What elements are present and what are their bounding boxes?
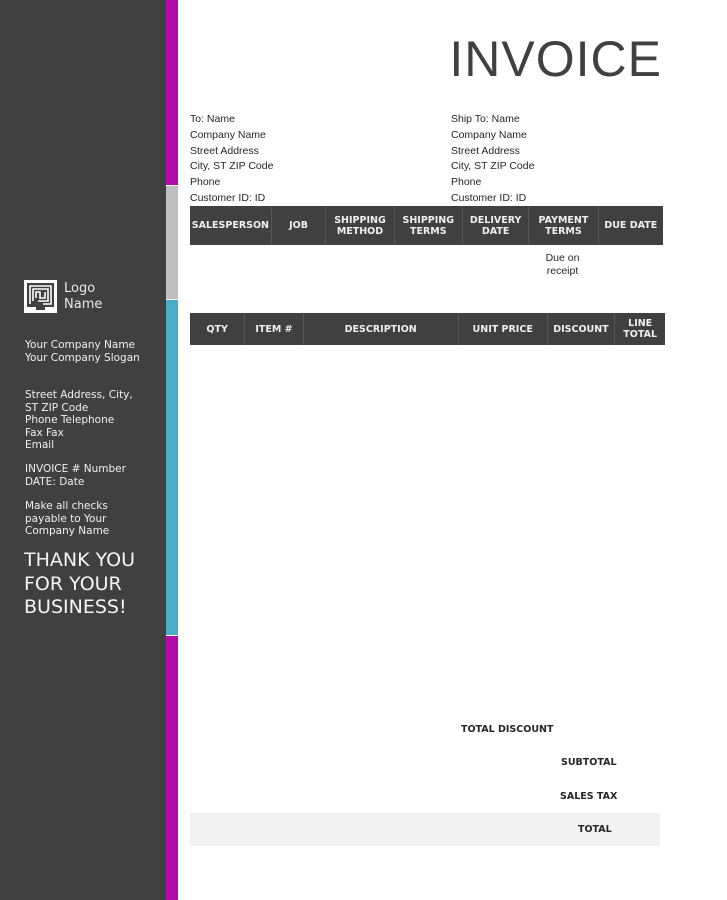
company-contact: Street Address, City, ST ZIP Code Phone … — [25, 389, 133, 452]
invoice-date: DATE: Date — [25, 475, 85, 488]
accent-strip-teal — [166, 300, 178, 635]
company-info: Your Company Name Your Company Slogan — [25, 339, 140, 364]
ship-to-customer-id: Customer ID: ID — [451, 191, 527, 204]
bill-to-name: To: Name — [190, 113, 235, 125]
col-unit-price: UNIT PRICE — [458, 313, 548, 345]
ship-to-company: Company Name — [451, 128, 527, 141]
checks-line: Make all checks — [25, 500, 108, 512]
invoice-title: INVOICE — [449, 31, 662, 87]
company-address-line1: Street Address, City, — [25, 389, 133, 401]
subtotal-label: SUBTOTAL — [561, 757, 617, 768]
col-item-number: ITEM # — [244, 313, 304, 345]
bill-to-address: To: Name Company Name Street Address Cit… — [190, 112, 273, 207]
total-label: TOTAL — [578, 824, 612, 835]
col-description: DESCRIPTION — [303, 313, 459, 345]
logo-name-line2: Name — [64, 297, 103, 312]
total-discount-label: TOTAL DISCOUNT — [461, 724, 554, 735]
accent-strip-magenta-top — [166, 0, 178, 185]
col-qty: QTY — [190, 313, 246, 345]
company-fax: Fax Fax — [25, 426, 64, 439]
bill-to-company: Company Name — [190, 128, 266, 141]
accent-strip-gray — [166, 186, 178, 299]
company-phone: Phone Telephone — [25, 414, 115, 426]
checks-line: Company Name — [25, 525, 110, 537]
ship-to-street: Street Address — [451, 144, 520, 157]
col-line-total: LINE TOTAL — [614, 313, 665, 345]
company-name: Your Company Name — [25, 339, 136, 351]
ship-to-city: City, ST ZIP Code — [451, 160, 535, 173]
logo-name-line1: Logo — [64, 281, 96, 296]
thank-you-message: THANK YOU FOR YOUR BUSINESS! — [24, 549, 135, 620]
line-items-table: QTY ITEM # DESCRIPTION UNIT PRICE DISCOU… — [190, 313, 665, 345]
bill-to-city: City, ST ZIP Code — [190, 160, 274, 173]
company-email: Email — [25, 439, 55, 451]
invoice-number: INVOICE # Number — [25, 463, 126, 475]
accent-strip-magenta-bottom — [166, 636, 178, 900]
sales-tax-label: SALES TAX — [560, 791, 618, 802]
ship-to-address: Ship To: Name Company Name Street Addres… — [451, 112, 534, 207]
maze-logo-icon — [24, 280, 57, 313]
col-discount: DISCOUNT — [547, 313, 616, 345]
col-job: JOB — [271, 206, 327, 245]
col-due-date: DUE DATE — [598, 206, 663, 245]
payment-instructions: Make all checks payable to Your Company … — [25, 500, 109, 538]
thanks-line: FOR YOUR — [24, 572, 122, 595]
thanks-line: THANK YOU — [24, 549, 136, 571]
col-shipping-terms: SHIPPING TERMS — [394, 206, 463, 245]
order-details-table: SALESPERSON JOB SHIPPING METHOD SHIPPING T… — [190, 206, 663, 245]
bill-to-street: Street Address — [190, 144, 259, 157]
col-delivery-date: DELIVERY DATE — [462, 206, 530, 245]
thanks-line: BUSINESS! — [24, 596, 127, 618]
col-payment-terms: PAYMENT TERMS — [528, 206, 599, 245]
checks-line: payable to Your — [25, 512, 107, 525]
payment-terms-value: Due on receipt — [545, 252, 580, 277]
invoice-meta: INVOICE # Number DATE: Date — [25, 463, 126, 488]
col-shipping-method: SHIPPING METHOD — [325, 206, 395, 245]
company-logo: Logo Name — [24, 280, 102, 313]
bill-to-customer-id: Customer ID: ID — [190, 191, 266, 204]
company-slogan: Your Company Slogan — [25, 351, 140, 364]
bill-to-phone: Phone — [190, 176, 221, 189]
col-salesperson: SALESPERSON — [190, 206, 272, 245]
company-address-line2: ST ZIP Code — [25, 401, 89, 414]
ship-to-phone: Phone — [451, 176, 482, 189]
ship-to-name: Ship To: Name — [451, 113, 520, 125]
